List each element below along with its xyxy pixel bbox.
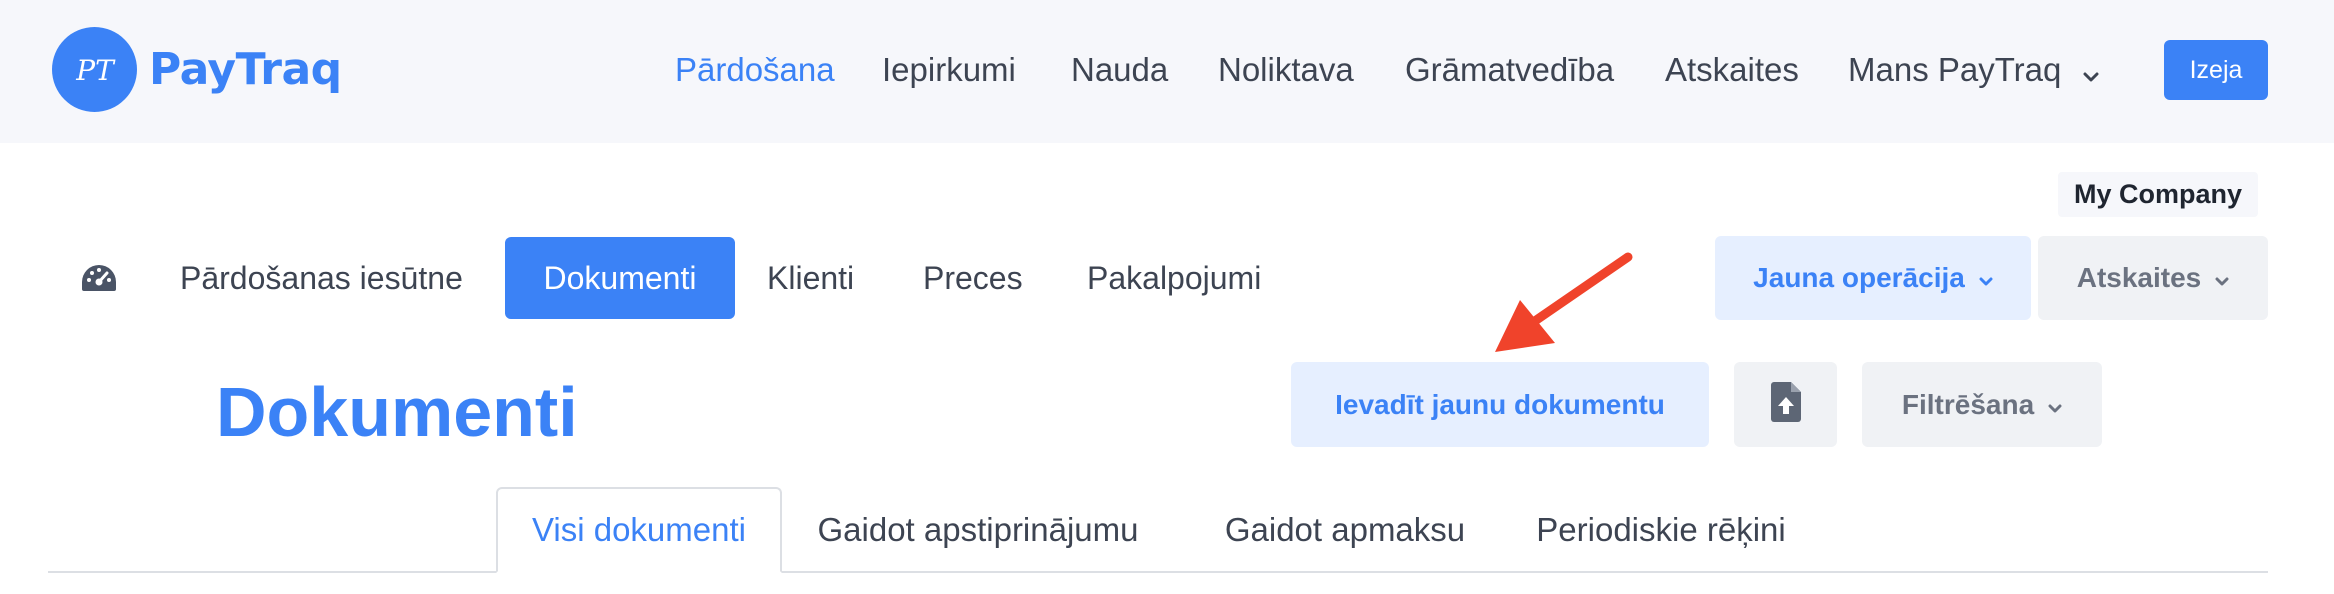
nav-item-nauda[interactable]: Nauda — [1071, 45, 1168, 95]
subnav-item-pakalpojumi[interactable]: Pakalpojumi — [1087, 237, 1261, 319]
speedometer-icon[interactable] — [80, 263, 118, 293]
chevron-down-icon — [2083, 47, 2099, 97]
nav-item-mans-paytraq-label: Mans PayTraq — [1848, 51, 2062, 88]
reports-dropdown-button[interactable]: Atskaites — [2038, 236, 2268, 320]
new-operation-label: Jauna operācija — [1753, 262, 1965, 293]
nav-item-mans-paytraq[interactable]: Mans PayTraq — [1848, 45, 2099, 97]
tab-visi-dokumenti[interactable]: Visi dokumenti — [496, 487, 782, 573]
paytraq-logo[interactable]: PT PayTraq — [52, 27, 342, 112]
nav-item-atskaites[interactable]: Atskaites — [1665, 45, 1799, 95]
new-operation-dropdown-button[interactable]: Jauna operācija — [1715, 236, 2031, 320]
tabs-divider — [48, 571, 2268, 573]
annotation-arrow-icon — [1495, 252, 1633, 352]
page-title: Dokumenti — [216, 373, 578, 451]
nav-item-gramatvediba[interactable]: Grāmatvedība — [1405, 45, 1614, 95]
subnav-item-dokumenti[interactable]: Dokumenti — [505, 237, 735, 319]
chevron-down-icon — [1979, 262, 1993, 294]
tab-gaidot-apmaksu[interactable]: Gaidot apmaksu — [1200, 487, 1490, 573]
chevron-down-icon — [2048, 389, 2062, 421]
enter-new-document-button[interactable]: Ievadīt jaunu dokumentu — [1291, 362, 1709, 447]
file-upload-icon — [1770, 382, 1801, 427]
logo-monogram-text: PT — [75, 54, 116, 87]
tab-periodiskie-rekini[interactable]: Periodiskie rēķini — [1516, 487, 1806, 573]
upload-document-button[interactable] — [1734, 362, 1837, 447]
subnav-item-inbox[interactable]: Pārdošanas iesūtne — [180, 237, 463, 319]
nav-item-pardosana[interactable]: Pārdošana — [675, 45, 835, 95]
tab-gaidot-apstiprinajumu[interactable]: Gaidot apstiprinājumu — [798, 487, 1158, 573]
filter-dropdown-button[interactable]: Filtrēšana — [1862, 362, 2102, 447]
company-name-badge: My Company — [2058, 172, 2259, 217]
filter-label: Filtrēšana — [1901, 388, 2035, 420]
logo-wordmark: PayTraq — [149, 44, 342, 95]
logo-monogram-icon: PT — [52, 27, 137, 112]
nav-item-noliktava[interactable]: Noliktava — [1218, 45, 1354, 95]
chevron-down-icon — [2215, 262, 2229, 294]
logout-button[interactable]: Izeja — [2164, 40, 2268, 100]
subnav-item-preces[interactable]: Preces — [923, 237, 1023, 319]
reports-label: Atskaites — [2076, 262, 2202, 293]
nav-item-iepirkumi[interactable]: Iepirkumi — [882, 45, 1016, 95]
subnav-item-klienti[interactable]: Klienti — [767, 237, 854, 319]
top-navbar: PT PayTraq Pārdošana Iepirkumi Nauda Nol… — [0, 0, 2334, 143]
